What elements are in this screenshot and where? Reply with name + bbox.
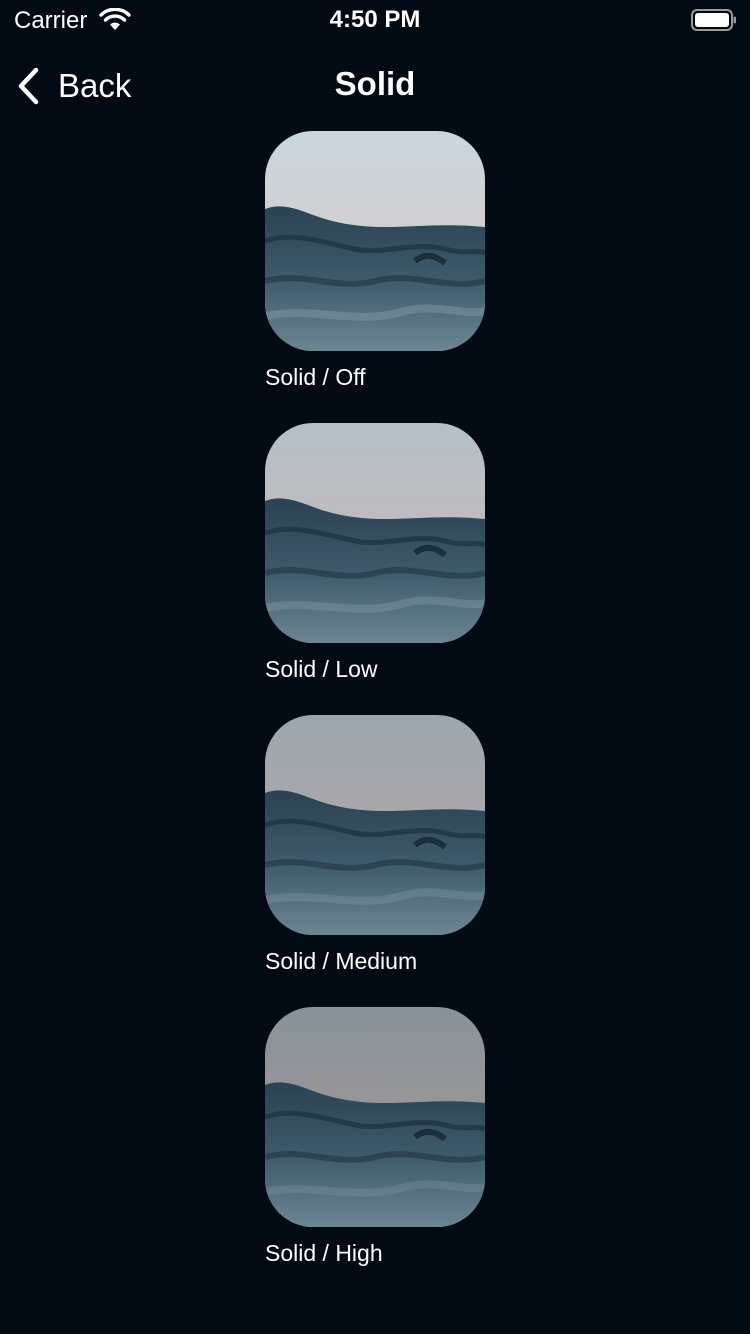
list-item: Solid / Medium — [265, 715, 565, 1007]
page-title: Solid — [334, 65, 416, 102]
list-item: Solid / Off — [265, 131, 565, 423]
item-caption: Solid / Low — [265, 656, 378, 682]
list-item: Solid / High — [265, 1007, 565, 1299]
item-caption: Solid / High — [265, 1240, 383, 1266]
battery-icon — [691, 9, 736, 31]
list-item: Solid / Low — [265, 423, 565, 715]
status-time: 4:50 PM — [329, 6, 421, 33]
ocean-photo[interactable] — [265, 1007, 485, 1227]
navigation-bar: Back Solid — [0, 40, 750, 128]
status-bar: Carrier 4:50 PM — [0, 0, 750, 40]
image-list: Solid / Off Solid / Low Solid / Medium S… — [265, 131, 565, 1299]
item-caption: Solid / Medium — [265, 948, 418, 974]
item-caption: Solid / Off — [265, 364, 366, 390]
ocean-photo[interactable] — [265, 715, 485, 935]
ocean-photo[interactable] — [265, 131, 485, 351]
ocean-photo[interactable] — [265, 423, 485, 643]
